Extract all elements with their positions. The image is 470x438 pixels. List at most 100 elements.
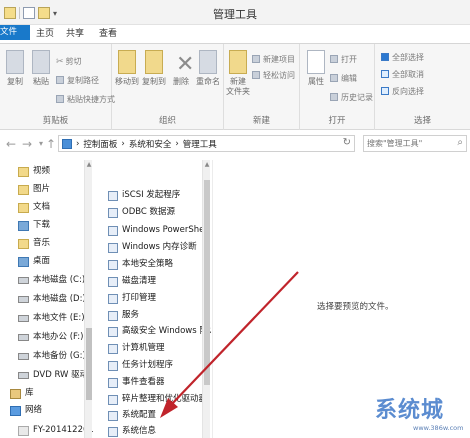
watermark-logo: 系统城 www.386w.com: [375, 392, 470, 438]
new-item-label: 新建项目: [263, 55, 295, 64]
new-folder-button[interactable]: 新建 文件夹: [226, 50, 250, 97]
shortcut-icon: [108, 377, 118, 388]
new-folder-icon: [229, 50, 247, 74]
list-item[interactable]: 计算机管理: [108, 341, 211, 356]
file-label: 系统配置: [122, 410, 157, 420]
drive-icon: [18, 277, 29, 284]
properties-button[interactable]: 属性: [303, 50, 329, 87]
organize-group: 移动到 复制到 ✕ 删除 重命名 组织: [112, 44, 224, 130]
search-icon[interactable]: ⌕: [457, 137, 463, 148]
nav-item-desktop[interactable]: 桌面: [18, 253, 50, 270]
properties-icon: [307, 50, 325, 74]
list-item[interactable]: 事件查看器: [108, 375, 211, 390]
list-item[interactable]: 碎片整理和优化驱动器: [108, 392, 211, 407]
move-to-button[interactable]: 移动到: [114, 50, 140, 87]
list-item[interactable]: 本地安全策略: [108, 257, 211, 272]
list-item[interactable]: 任务计划程序: [108, 358, 211, 373]
delete-icon: ✕: [172, 50, 194, 76]
breadcrumb-system-security[interactable]: 系统和安全: [129, 138, 172, 150]
refresh-icon[interactable]: ↻: [343, 137, 351, 148]
easy-access-button[interactable]: 轻松访问: [252, 70, 295, 81]
list-item[interactable]: 系统信息: [108, 424, 211, 438]
shortcut-icon: [108, 343, 118, 354]
file-list-scrollbar-thumb[interactable]: [204, 180, 210, 385]
search-input[interactable]: [367, 137, 453, 150]
nav-item-computer[interactable]: FY-201412261: [18, 422, 94, 438]
nav-item-libraries[interactable]: 库: [10, 385, 34, 402]
nav-item-drive-e[interactable]: 本地文件 (E:): [18, 310, 85, 327]
shortcut-icon: [108, 310, 118, 321]
drive-icon: [18, 296, 29, 303]
list-item[interactable]: iSCSI 发起程序: [108, 188, 211, 203]
nav-item-label: 本地磁盘 (C:): [33, 275, 86, 285]
open-button[interactable]: 打开: [330, 54, 357, 65]
nav-item-network[interactable]: 网络: [10, 402, 42, 419]
copy-to-icon: [145, 50, 163, 74]
list-item[interactable]: ODBC 数据源: [108, 205, 211, 220]
nav-item-pictures[interactable]: 图片: [18, 181, 50, 198]
cut-button[interactable]: ✂ 剪切: [56, 56, 82, 67]
select-none-icon: [381, 70, 389, 78]
list-item[interactable]: 服务: [108, 308, 211, 323]
nav-item-documents[interactable]: 文档: [18, 199, 50, 216]
rename-button[interactable]: 重命名: [195, 50, 221, 87]
select-none-button[interactable]: 全部取消: [381, 69, 424, 80]
search-box[interactable]: ⌕: [363, 135, 467, 152]
control-panel-icon: [62, 139, 72, 149]
copy-path-label: 复制路径: [67, 76, 99, 85]
shortcut-icon: [108, 259, 118, 270]
tab-view[interactable]: 查看: [90, 25, 126, 44]
list-item[interactable]: 磁盘清理: [108, 274, 211, 289]
breadcrumb-admin-tools[interactable]: 管理工具: [183, 138, 217, 150]
address-row: ← → ▾ ↑ › 控制面板 › 系统和安全 › 管理工具 ↻ ⌕: [0, 131, 470, 156]
address-bar[interactable]: › 控制面板 › 系统和安全 › 管理工具 ↻: [58, 135, 355, 152]
file-list-scrollbar[interactable]: ▲: [202, 160, 210, 438]
paste-button[interactable]: 粘贴: [28, 50, 54, 87]
nav-item-drive-f[interactable]: 本地办公 (F:): [18, 329, 83, 346]
up-button[interactable]: ↑: [44, 137, 58, 151]
delete-button[interactable]: ✕ 删除: [168, 50, 194, 87]
tab-share[interactable]: 共享: [60, 25, 90, 44]
edit-button[interactable]: 编辑: [330, 73, 357, 84]
nav-item-videos[interactable]: 视频: [18, 163, 50, 180]
list-item[interactable]: 系统配置: [108, 408, 211, 423]
open-icon: [330, 55, 338, 63]
list-item[interactable]: 打印管理: [108, 291, 211, 306]
invert-selection-button[interactable]: 反向选择: [381, 86, 424, 97]
invert-selection-label: 反向选择: [392, 87, 424, 96]
paste-shortcut-button[interactable]: 粘贴快捷方式: [56, 94, 115, 105]
select-all-icon: [381, 53, 389, 61]
select-all-button[interactable]: 全部选择: [381, 52, 424, 63]
nav-item-label: 音乐: [33, 238, 51, 248]
new-group: 新建 文件夹 新建项目 轻松访问 新建: [224, 44, 300, 130]
nav-item-downloads[interactable]: 下载: [18, 217, 50, 234]
copy-button[interactable]: 复制: [2, 50, 28, 87]
back-button[interactable]: ←: [4, 137, 18, 151]
nav-scrollbar-thumb[interactable]: [86, 328, 92, 400]
forward-button[interactable]: →: [20, 137, 34, 151]
scroll-up-icon[interactable]: ▲: [203, 161, 211, 168]
file-label: ODBC 数据源: [122, 207, 176, 217]
tab-home[interactable]: 主页: [30, 25, 60, 44]
list-item[interactable]: Windows PowerShell IS: [108, 223, 211, 238]
nav-item-drive-c[interactable]: 本地磁盘 (C:): [18, 272, 85, 289]
nav-item-dvd-drive[interactable]: DVD RW 驱动: [18, 367, 88, 384]
file-label: 事件查看器: [122, 377, 165, 387]
list-item[interactable]: Windows 内存诊断: [108, 240, 211, 255]
shortcut-icon: [108, 394, 118, 405]
history-button[interactable]: 历史记录: [330, 92, 373, 103]
nav-item-drive-g[interactable]: 本地备份 (G:): [18, 348, 86, 365]
tab-file[interactable]: 文件: [0, 25, 30, 40]
copy-to-button[interactable]: 复制到: [141, 50, 167, 87]
copy-path-button[interactable]: 复制路径: [56, 75, 99, 86]
nav-item-music[interactable]: 音乐: [18, 235, 50, 252]
x-icon: ✕: [176, 52, 195, 77]
nav-item-drive-d[interactable]: 本地磁盘 (D:): [18, 291, 86, 308]
breadcrumb-control-panel[interactable]: 控制面板: [83, 138, 117, 150]
scroll-up-icon[interactable]: ▲: [85, 161, 93, 168]
copy-icon: [6, 50, 24, 74]
list-item[interactable]: 高级安全 Windows 防火: [108, 324, 211, 339]
new-item-button[interactable]: 新建项目: [252, 54, 295, 65]
video-folder-icon: [18, 166, 29, 177]
nav-scrollbar[interactable]: ▲: [84, 160, 92, 438]
